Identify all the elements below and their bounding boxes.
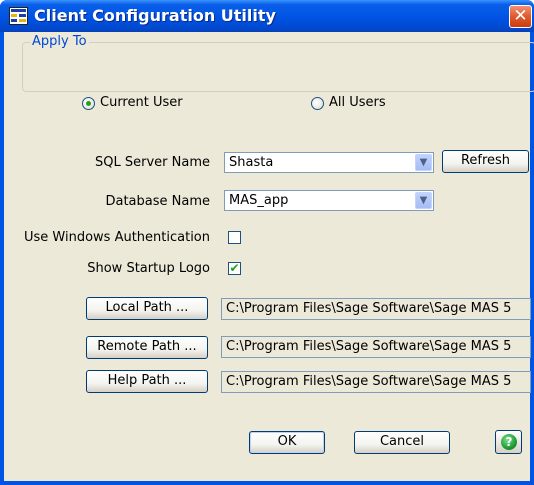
startup-logo-checkbox[interactable]: ✔ (228, 262, 241, 275)
apply-to-legend: Apply To (30, 34, 89, 49)
database-name-label: Database Name (105, 194, 210, 209)
windows-auth-label: Use Windows Authentication (23, 230, 210, 245)
help-icon: ? (501, 434, 517, 450)
database-name-combo[interactable]: MAS_app ▼ (224, 190, 434, 211)
help-path-button[interactable]: Help Path ... (86, 370, 208, 393)
chevron-down-icon[interactable]: ▼ (415, 154, 432, 171)
remote-path-button[interactable]: Remote Path ... (86, 336, 208, 359)
radio-selected-dot (86, 101, 91, 106)
local-path-button[interactable]: Local Path ... (86, 297, 208, 320)
title-bar[interactable]: Client Configuration Utility ✕ (0, 0, 534, 32)
help-button[interactable]: ? (495, 430, 522, 454)
cancel-button[interactable]: Cancel (354, 431, 450, 454)
sql-server-label: SQL Server Name (95, 155, 210, 170)
local-path-field[interactable]: C:\Program Files\Sage Software\Sage MAS … (221, 298, 531, 320)
refresh-button[interactable]: Refresh (442, 150, 529, 173)
close-icon[interactable]: ✕ (509, 5, 532, 28)
help-path-value: C:\Program Files\Sage Software\Sage MAS … (226, 374, 512, 389)
windows-auth-checkbox[interactable] (228, 231, 241, 244)
ok-button[interactable]: OK (249, 431, 325, 454)
sql-server-combo[interactable]: Shasta ▼ (224, 152, 434, 173)
all-users-label[interactable]: All Users (329, 95, 386, 110)
app-grid-icon (9, 7, 28, 25)
startup-logo-label: Show Startup Logo (87, 261, 210, 276)
sql-server-value: Shasta (229, 155, 274, 170)
database-name-value: MAS_app (229, 193, 289, 208)
window-title: Client Configuration Utility (34, 6, 276, 25)
local-path-value: C:\Program Files\Sage Software\Sage MAS … (226, 301, 512, 316)
chevron-down-icon[interactable]: ▼ (415, 192, 432, 209)
current-user-label[interactable]: Current User (100, 95, 183, 110)
all-users-radio[interactable] (311, 97, 324, 110)
help-path-field[interactable]: C:\Program Files\Sage Software\Sage MAS … (221, 371, 531, 393)
apply-to-group: Apply To (22, 34, 534, 92)
remote-path-field[interactable]: C:\Program Files\Sage Software\Sage MAS … (221, 336, 531, 358)
current-user-radio[interactable] (82, 97, 95, 110)
remote-path-value: C:\Program Files\Sage Software\Sage MAS … (226, 339, 512, 354)
